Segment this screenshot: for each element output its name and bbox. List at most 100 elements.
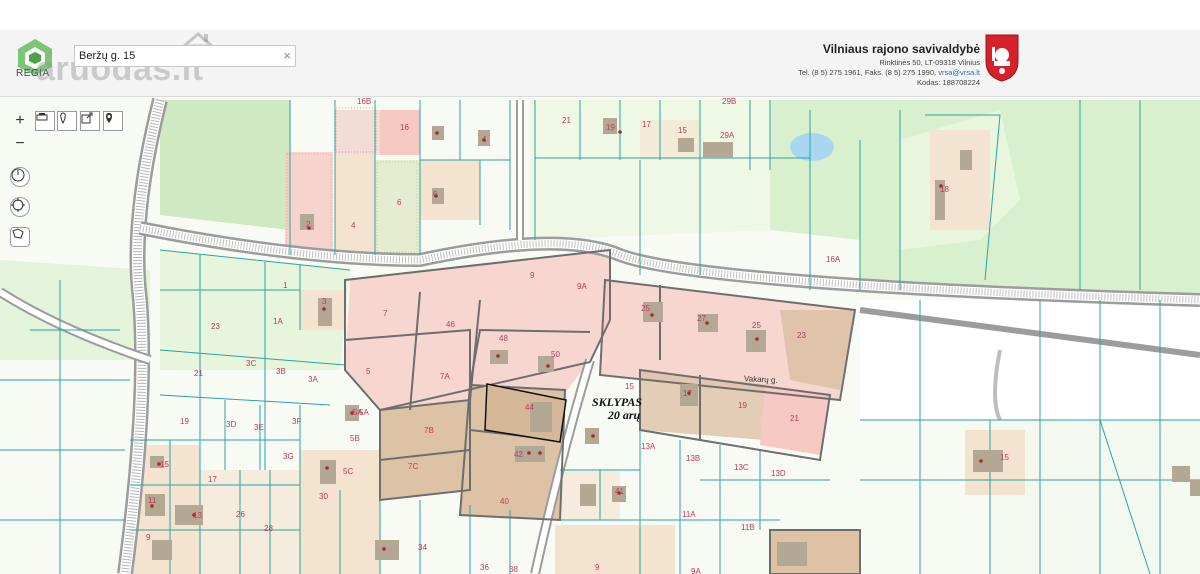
parcel-label: 13D bbox=[771, 469, 786, 478]
parcel-label: 50 bbox=[551, 350, 560, 359]
share-icon bbox=[81, 112, 93, 124]
zoom-in-button[interactable]: + bbox=[10, 111, 30, 131]
parcel-label: 29B bbox=[722, 97, 736, 106]
parcel-label: 38 bbox=[509, 565, 518, 574]
parcel-label: 7A bbox=[440, 372, 450, 381]
parcel-label: 5C bbox=[343, 467, 353, 476]
parcel-label: 3B bbox=[276, 367, 286, 376]
municipality-contacts: Tel. (8 5) 275 1961, Faks. (8 5) 275 199… bbox=[798, 68, 980, 78]
parcel-label: 11 bbox=[148, 496, 157, 505]
parcel-label: 16 bbox=[400, 123, 409, 132]
parcel-label: 21 bbox=[790, 414, 799, 423]
parcel-label: 23 bbox=[211, 322, 220, 331]
parcel-label: 17 bbox=[208, 475, 217, 484]
parcel-label: 7C bbox=[408, 462, 418, 471]
search-input[interactable] bbox=[79, 48, 269, 64]
parcel-label: 46 bbox=[446, 320, 455, 329]
municipality-name: Vilniaus rajono savivaldybė bbox=[822, 42, 980, 56]
parcel-label: 36 bbox=[480, 563, 489, 572]
plot-annotation: SKLYPAS 20 arų bbox=[592, 396, 642, 422]
parcel-label: 9 bbox=[146, 533, 151, 542]
parcel-label: 19 bbox=[606, 123, 615, 132]
parcel-label: 15 bbox=[625, 382, 634, 391]
parcel-label: 9 bbox=[530, 271, 535, 280]
parcel-label: 29A bbox=[720, 131, 735, 140]
parcel-label: 27 bbox=[697, 314, 706, 323]
parcel-label: 16A bbox=[826, 255, 841, 264]
compass-button[interactable] bbox=[10, 167, 30, 187]
coat-of-arms-icon bbox=[985, 34, 1019, 82]
polygon-select-icon bbox=[12, 228, 24, 239]
parcel-label: 5 bbox=[366, 367, 371, 376]
parcel-label: 9 bbox=[595, 563, 600, 572]
parcel-label: 48 bbox=[499, 334, 508, 343]
measure-button[interactable] bbox=[57, 111, 77, 131]
zoom-out-button[interactable]: − bbox=[10, 134, 30, 154]
share-button[interactable] bbox=[80, 111, 100, 131]
parcel-label: 1A bbox=[273, 317, 283, 326]
municipality-phone: Tel. (8 5) 275 1961, Faks. (8 5) 275 199… bbox=[798, 68, 937, 77]
locate-button[interactable] bbox=[103, 111, 123, 131]
parcel-label: 42 bbox=[514, 450, 523, 459]
parcel-label: 15 bbox=[678, 126, 687, 135]
parcel-label: 1 bbox=[283, 281, 288, 290]
parcel-label: 40 bbox=[500, 497, 509, 506]
parcel-label: 34 bbox=[418, 543, 427, 552]
parcel-label: 6 bbox=[397, 198, 402, 207]
location-pin-icon bbox=[106, 113, 112, 123]
top-blank-strip bbox=[0, 0, 1200, 30]
parcel-label: 13A bbox=[641, 442, 656, 451]
clear-search-icon[interactable]: × bbox=[283, 48, 291, 64]
parcel-label: 13C bbox=[734, 463, 749, 472]
parcel-label: 25 bbox=[641, 304, 650, 313]
parcel-label: 7 bbox=[383, 309, 388, 318]
parcel-label: 3G bbox=[283, 452, 294, 461]
address-search[interactable]: × bbox=[74, 45, 296, 67]
parcel-label: 13B bbox=[686, 454, 700, 463]
parcel-label: 3F bbox=[292, 417, 301, 426]
parcel-label: 16B bbox=[357, 97, 371, 106]
municipality-address: Rinktinės 50, LT-09318 Vilnius bbox=[879, 58, 980, 67]
parcel-label: 25 bbox=[752, 321, 761, 330]
compass-icon bbox=[11, 168, 25, 182]
polygon-select-button[interactable] bbox=[10, 227, 30, 247]
parcel-label: 21 bbox=[562, 116, 571, 125]
parcel-label: 17 bbox=[642, 120, 651, 129]
parcel-label: 26 bbox=[236, 510, 245, 519]
parcel-label: 4 bbox=[351, 221, 356, 230]
street-label: Vakarų g. bbox=[743, 374, 778, 385]
municipality-info: Vilniaus rajono savivaldybė Rinktinės 50… bbox=[798, 42, 980, 88]
annotation-area: 20 arų bbox=[607, 408, 641, 422]
parcel-label: 9A bbox=[691, 567, 701, 574]
municipality-code: Kodas: 188708224 bbox=[917, 78, 980, 87]
parcel-label: 19 bbox=[180, 417, 189, 426]
target-icon bbox=[11, 198, 25, 212]
parcel-label: 15 bbox=[160, 460, 169, 469]
parcel-label: 30 bbox=[319, 492, 328, 501]
parcel-label: 23 bbox=[797, 331, 806, 340]
parcel-label: 15 bbox=[1000, 453, 1009, 462]
parcel-label: 11B bbox=[741, 523, 755, 532]
pond bbox=[790, 133, 834, 161]
print-icon bbox=[36, 113, 48, 121]
parcel-label: 3D bbox=[226, 420, 236, 429]
cadastral-map[interactable]: 16B 16 4 29B 21 19 17 15 29A 18 2 4 6 6 … bbox=[0, 97, 1200, 574]
target-button[interactable] bbox=[10, 197, 30, 217]
parcel-label: 9A bbox=[577, 282, 587, 291]
parcel-label: 21 bbox=[194, 369, 203, 378]
parcel-label: 11A bbox=[682, 510, 696, 519]
parcel-label: 28 bbox=[264, 524, 273, 533]
municipality-email-link[interactable]: vrsa@vrsa.lt bbox=[938, 68, 980, 77]
parcel-label: 3E bbox=[254, 423, 264, 432]
parcel-label: 3C bbox=[246, 359, 256, 368]
parcel-label: 5B bbox=[350, 434, 360, 443]
measure-pin-icon bbox=[60, 112, 66, 124]
map-canvas[interactable]: 16B 16 4 29B 21 19 17 15 29A 18 2 4 6 6 … bbox=[0, 97, 1200, 574]
parcel-label: 3 bbox=[322, 297, 327, 306]
parcel-label: 44 bbox=[525, 403, 534, 412]
parcel-label: 7B bbox=[424, 426, 434, 435]
parcel-label: 19 bbox=[738, 401, 747, 410]
parcel-label: 3A bbox=[308, 375, 318, 384]
print-button[interactable] bbox=[35, 111, 55, 131]
parcel-label: 5A bbox=[359, 408, 369, 417]
